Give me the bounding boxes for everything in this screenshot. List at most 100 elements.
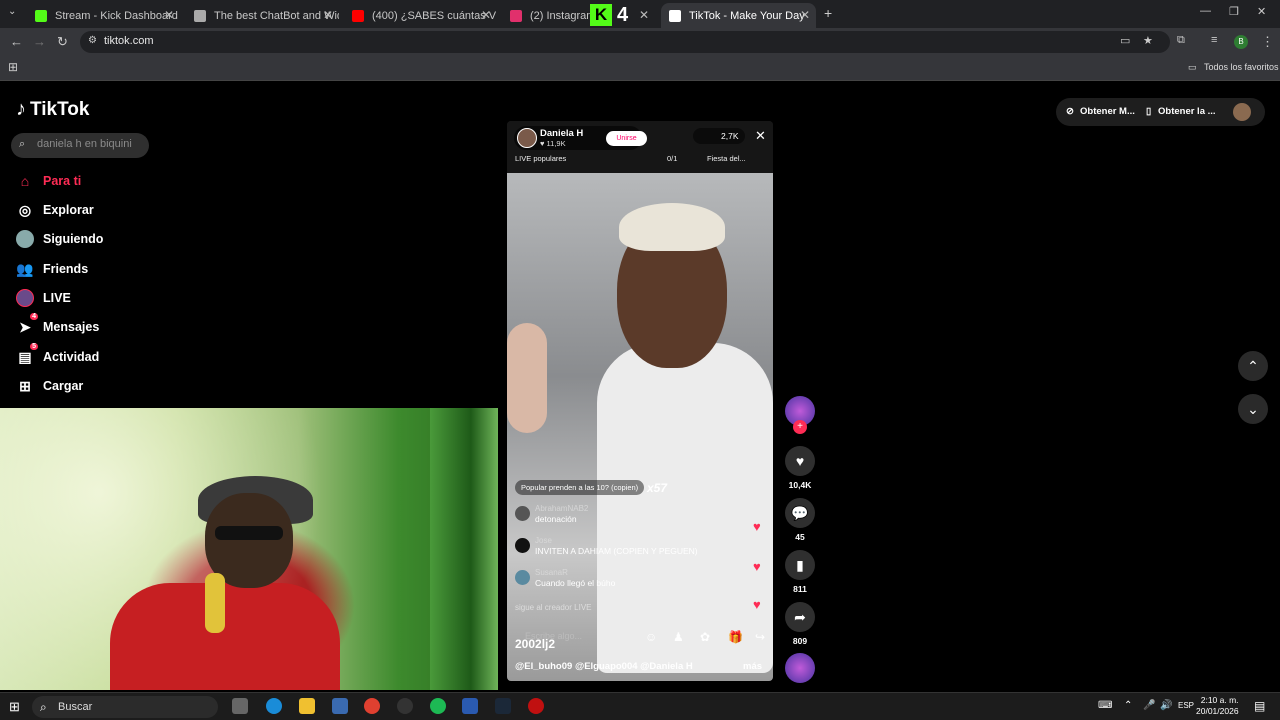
cast-icon[interactable]: ▭ [1120,34,1130,47]
close-window-button[interactable]: ✕ [1257,5,1266,18]
close-icon[interactable]: ✕ [639,8,649,22]
host-pill[interactable]: Daniela H ♥ 11,9K Unirse [514,126,647,150]
profile-avatar[interactable] [1233,103,1251,121]
share-action[interactable]: ➦ 809 [785,602,815,646]
app-icon[interactable] [397,698,413,714]
menu-icon[interactable]: ⋮ [1261,34,1274,50]
comment-user[interactable]: Jose [535,536,552,545]
previous-video-button[interactable]: ⌃ [1238,351,1268,381]
tab-tiktok[interactable]: TikTok - Make Your Day ✕ [661,3,816,28]
live-popular-label[interactable]: LIVE populares [515,154,566,163]
viewer-count[interactable]: 2,7K [693,128,745,144]
gift-icon[interactable]: 🎁 [728,630,743,644]
all-bookmarks-link[interactable]: Todos los favoritos [1204,62,1279,72]
tab-chatbot[interactable]: The best ChatBot and Widgets ✕ [186,3,339,28]
join-button[interactable]: Unirse [606,131,647,146]
media-icon[interactable]: ≡ [1211,34,1217,46]
get-coins-button[interactable]: Obtener M... [1080,106,1135,117]
nav-item-actividad[interactable]: ▤ 5 Actividad [16,343,99,368]
tab-instagram[interactable]: (2) Instagram ✕ [502,3,655,28]
address-bar: ← → ↻ ⚙ tiktok.com ▭ ★ ⧉ ≡ B ⋮ [0,28,1280,56]
app3-icon[interactable] [528,698,544,714]
heart-icon[interactable]: ♥ [785,446,815,476]
nav-item-cargar[interactable]: ⊞ Cargar [16,375,83,397]
kick-badge: 4 [617,4,629,26]
url-box[interactable]: ⚙ tiktok.com ▭ ★ [80,31,1170,53]
windows-start-icon[interactable]: ⊞ [9,699,20,715]
app2-icon[interactable] [462,698,478,714]
comment-user[interactable]: AbrahamNAB2 [535,504,588,513]
share-live-icon[interactable]: ↪ [755,630,765,644]
search-input[interactable] [37,138,145,150]
share-icon[interactable]: ➦ [785,602,815,632]
star-icon[interactable]: ★ [1143,34,1153,47]
site-info-icon[interactable]: ⚙ [88,35,97,46]
close-icon[interactable]: ✕ [164,8,174,22]
volume-icon[interactable]: 🔊 [1160,700,1172,711]
notification-icon[interactable]: ▤ [1254,699,1265,713]
comment-avatar [515,506,530,521]
restore-button[interactable]: ❐ [1229,5,1239,18]
like-action[interactable]: ♥ 10,4K [785,446,815,490]
steam-icon[interactable] [495,698,511,714]
nav-item-explorar[interactable]: ◎ Explorar [16,199,94,221]
nav-item-mensajes[interactable]: ➤ 4 Mensajes [16,313,99,338]
file-explorer-icon[interactable] [299,698,315,714]
tab-kick-dashboard[interactable]: Stream - Kick Dashboard ✕ [27,3,180,28]
fiesta-label[interactable]: Fiesta del... [707,154,746,163]
tab-youtube[interactable]: (400) ¿SABES cuántas VIDAS CU ✕ [344,3,497,28]
comment-user[interactable]: SusanaR [535,568,568,577]
floating-heart-icon: ♥ [753,559,761,574]
close-icon[interactable]: ✕ [800,8,810,22]
store-icon[interactable] [332,698,348,714]
save-action[interactable]: ▮ 811 [785,550,815,594]
next-video-button[interactable]: ⌄ [1238,394,1268,424]
bookmark-icon[interactable]: ▮ [785,550,815,580]
taskbar-search[interactable]: ⌕ Buscar [32,696,218,718]
nav-item-live[interactable]: LIVE [16,287,71,309]
video-caption[interactable]: @El_buho09 @Elguapo004 @Daniela H [515,661,693,672]
follow-plus-icon[interactable]: + [793,420,807,434]
emoji-icon[interactable]: ☺ [645,630,657,644]
keyboard-icon[interactable]: ⌨ [1098,700,1112,711]
reload-button[interactable]: ↻ [57,34,68,50]
back-button[interactable]: ← [10,34,23,49]
tiktok-logo[interactable]: ♪ TikTok [16,98,89,121]
extensions-icon[interactable]: ⧉ [1177,34,1185,47]
nav-item-para-ti[interactable]: ⌂ Para ti [16,170,81,192]
host-avatar[interactable] [517,128,537,148]
spotify-icon[interactable] [430,698,446,714]
close-icon[interactable]: ✕ [481,8,491,22]
task-view-icon[interactable] [232,698,248,714]
get-app-button[interactable]: Obtener la ... [1158,106,1216,117]
instagram-icon [510,9,522,22]
rose-icon[interactable]: ✿ [700,630,710,644]
nav-item-siguiendo[interactable]: Siguiendo [16,228,103,250]
host-name[interactable]: Daniela H [540,128,583,139]
minimize-button[interactable]: — [1200,5,1211,17]
close-video-icon[interactable]: ✕ [755,128,766,144]
more-link[interactable]: más [743,661,762,672]
tab-search-icon[interactable]: ⌄ [8,6,16,17]
language-indicator[interactable]: ESP [1178,701,1194,710]
edge-icon[interactable] [266,698,282,714]
new-tab-button[interactable]: + [824,5,832,21]
chevron-up-icon[interactable]: ⌃ [1124,700,1132,711]
live-video-panel[interactable]: Daniela H ♥ 11,9K Unirse 2,7K ✕ LIVE pop… [507,121,773,681]
mic-icon[interactable]: 🎤 [1143,700,1155,711]
comment-icon[interactable]: 💬 [785,498,815,528]
chrome-icon[interactable] [364,698,380,714]
apps-icon[interactable]: ⊞ [8,60,18,74]
taskbar-clock[interactable]: 2:10 a. m. 20/01/2026 [1196,695,1239,717]
close-icon[interactable]: ✕ [323,8,333,22]
comment-action[interactable]: 💬 45 [785,498,815,542]
forward-button[interactable]: → [33,34,46,49]
sound-avatar[interactable] [785,653,815,683]
friends-icon: 👥 [16,260,34,277]
url-text[interactable]: tiktok.com [104,35,154,47]
host-likes: ♥ 11,9K [540,139,566,148]
guest-icon[interactable]: ♟ [673,630,684,644]
nav-item-friends[interactable]: 👥 Friends [16,258,88,280]
search-box[interactable]: ⌕ [11,133,149,158]
profile-button[interactable]: B [1234,35,1248,49]
